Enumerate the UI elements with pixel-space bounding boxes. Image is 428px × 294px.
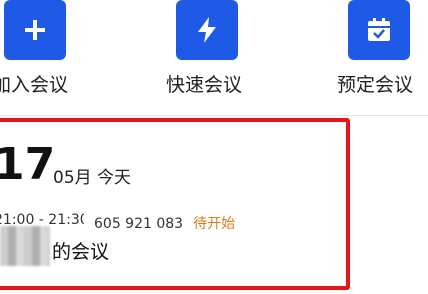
calendar-check-icon <box>368 18 390 41</box>
meeting-month-today: 05月 今天 <box>53 168 132 188</box>
plus-icon <box>25 20 45 40</box>
quick-meeting-label: 快速会议 <box>166 74 243 96</box>
schedule-meeting-label: 预定会议 <box>337 74 414 96</box>
meeting-status-badge: 待开始 <box>193 216 236 232</box>
section-divider <box>0 115 428 116</box>
meeting-id: 605 921 083 <box>94 216 184 232</box>
meeting-title: 的会议 <box>52 241 110 263</box>
schedule-meeting-tile[interactable] <box>348 0 410 60</box>
blurred-host-name <box>0 226 50 266</box>
join-meeting-label: 加入会议 <box>0 74 69 96</box>
meeting-day: 17 <box>0 139 56 190</box>
join-meeting-tile[interactable] <box>4 0 66 60</box>
lightning-icon <box>198 17 216 43</box>
quick-meeting-tile[interactable] <box>176 0 238 60</box>
